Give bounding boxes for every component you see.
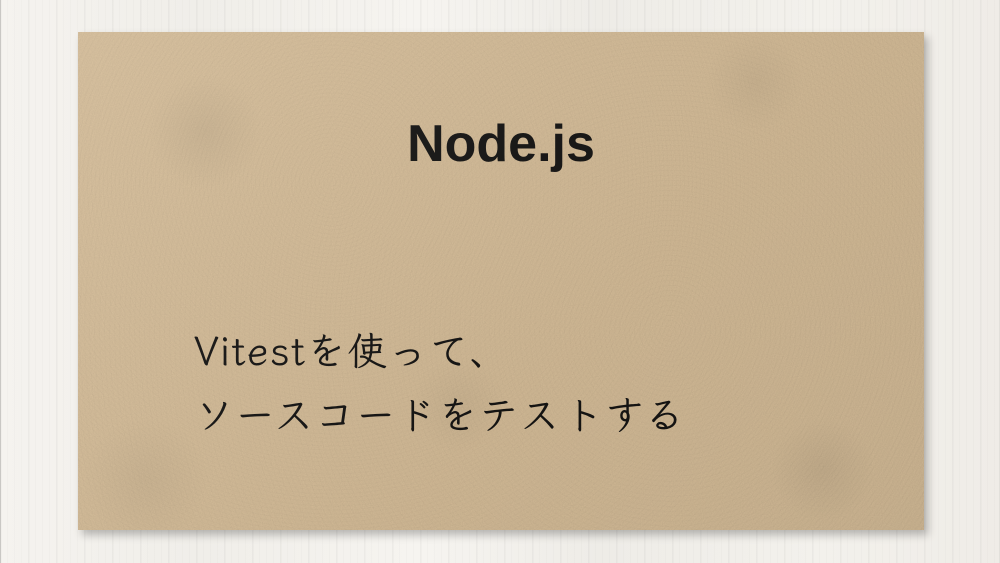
card-title: Node.js xyxy=(78,114,924,174)
subtitle-line-2: ソースコードをテストする xyxy=(194,383,686,441)
subtitle-line-1: Vitestを使って、 xyxy=(194,319,510,377)
card-subtitle: Vitestを使って、ソースコードをテストする xyxy=(194,316,686,444)
kraft-card: Node.js Vitestを使って、ソースコードをテストする xyxy=(78,32,924,530)
